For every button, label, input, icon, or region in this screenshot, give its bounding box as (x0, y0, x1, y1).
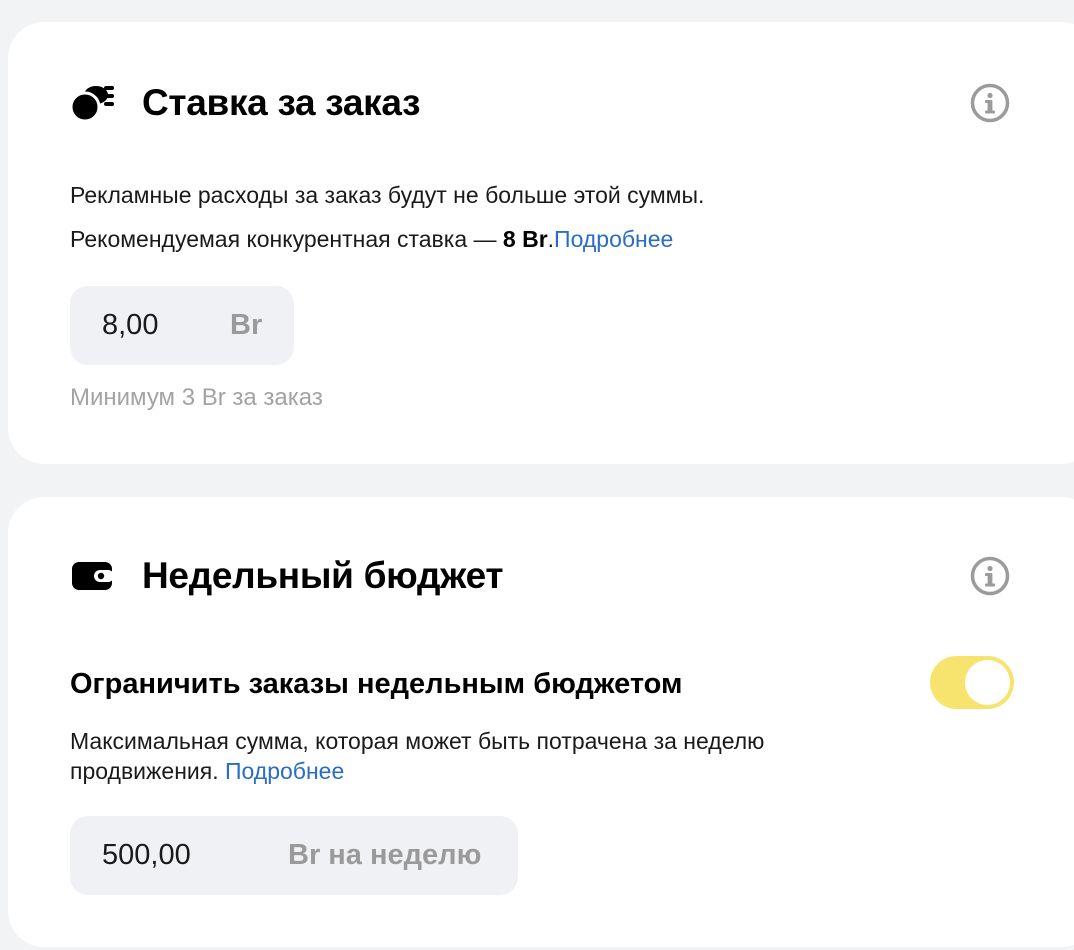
coins-icon (70, 79, 118, 127)
budget-limit-label: Ограничить заказы недельным бюджетом (70, 668, 683, 700)
budget-card-title: Недельный бюджет (142, 555, 504, 596)
wallet-icon (70, 552, 118, 600)
bid-card-title: Ставка за заказ (142, 82, 421, 123)
bid-more-link[interactable]: Подробнее (554, 226, 673, 252)
budget-more-link[interactable]: Подробнее (225, 758, 344, 784)
budget-card-header: Недельный бюджет (70, 551, 504, 601)
recommended-prefix: Рекомендуемая конкурентная ставка — (70, 226, 503, 252)
info-icon[interactable] (970, 556, 1010, 596)
bid-minimum-hint: Минимум 3 Br за заказ (70, 384, 323, 411)
budget-card: Недельный бюджет Ограничить заказы недел… (8, 497, 1074, 947)
toggle-knob (965, 660, 1010, 705)
recommended-bid-text: Рекомендуемая конкурентная ставка — 8 Br… (70, 224, 673, 254)
budget-input-value[interactable]: 500,00 (102, 839, 288, 872)
recommended-bid-value: 8 Br (502, 226, 548, 252)
bid-card: Ставка за заказ Рекламные расходы за зак… (8, 22, 1074, 464)
bid-description: Рекламные расходы за заказ будут не боль… (70, 182, 705, 208)
bid-input-field[interactable]: 8,00 Br (70, 286, 294, 365)
budget-limit-toggle[interactable] (930, 656, 1014, 709)
bid-input-value[interactable]: 8,00 (102, 309, 230, 342)
bid-input-unit: Br (230, 309, 263, 341)
info-icon[interactable] (970, 83, 1010, 123)
budget-description: Максимальная сумма, которая может быть п… (70, 726, 764, 786)
budget-description-line1: Максимальная сумма, которая может быть п… (70, 728, 765, 754)
bid-card-header: Ставка за заказ (70, 78, 421, 128)
budget-input-field[interactable]: 500,00 Br на неделю (70, 816, 518, 895)
budget-input-unit: Br на неделю (288, 839, 482, 871)
budget-description-line2: продвижения. (70, 758, 219, 784)
